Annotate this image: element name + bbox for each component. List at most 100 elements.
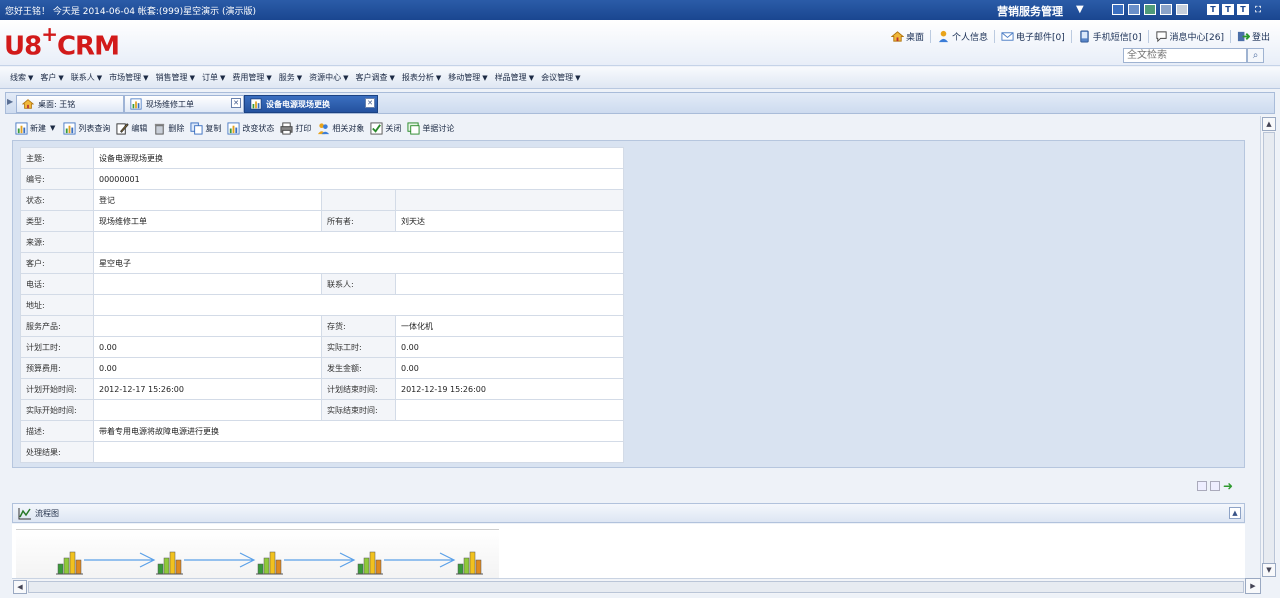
- menu-marketing[interactable]: 市场管理 ▼: [107, 72, 153, 83]
- skin-gray-button[interactable]: [1176, 4, 1188, 15]
- list-query-button[interactable]: 列表查询: [60, 121, 113, 135]
- horizontal-scrollbar[interactable]: ◀: [12, 578, 1260, 594]
- actual-start-value: [93, 399, 322, 421]
- related-objects-button[interactable]: 相关对象: [314, 122, 367, 135]
- menu-expenses[interactable]: 费用管理 ▼: [230, 72, 276, 83]
- menu-survey[interactable]: 客户调查 ▼: [354, 72, 400, 83]
- chart-doc-icon: [63, 121, 76, 135]
- scroll-right-icon[interactable]: ▶: [1245, 578, 1261, 594]
- scroll-left-icon[interactable]: ◀: [13, 580, 27, 594]
- table-row: 处理结果:: [20, 441, 624, 463]
- flow-step-icon[interactable]: [256, 551, 283, 575]
- nav-profile-link[interactable]: 个人信息: [929, 30, 994, 43]
- tab-strip: ▶ 桌面: 王铭 现场维修工单 ✕ 设备电源现场更换 ✕: [5, 92, 1275, 114]
- flow-arrow: [284, 552, 356, 568]
- scroll-down-icon[interactable]: ▼: [1262, 563, 1276, 577]
- owner-label: 所有者:: [321, 210, 396, 232]
- plan-start-label: 计划开始时间:: [20, 378, 94, 400]
- checkbox-icon: [370, 121, 383, 135]
- fulltext-search-input[interactable]: [1123, 48, 1247, 63]
- vertical-scrollbar[interactable]: ▲ ▼: [1260, 116, 1276, 578]
- nav-messages-link[interactable]: 消息中心[26]: [1147, 30, 1230, 43]
- menu-mobile[interactable]: 移动管理 ▼: [446, 72, 492, 83]
- delete-button[interactable]: 删除: [150, 122, 187, 135]
- scroll-thumb[interactable]: [1263, 132, 1275, 564]
- nav-email-link[interactable]: 电子邮件[0]: [994, 30, 1071, 43]
- flowchart-header[interactable]: 流程图 ▲: [12, 503, 1245, 523]
- font-size-small-button[interactable]: T: [1207, 4, 1219, 15]
- home-icon: [890, 31, 904, 42]
- flow-step-icon[interactable]: [56, 551, 83, 575]
- close-button[interactable]: 关闭: [367, 121, 404, 135]
- close-icon[interactable]: ✕: [365, 98, 375, 108]
- empty-value: [395, 189, 624, 211]
- table-row: 描述: 带着专用电源将故障电源进行更换: [20, 420, 624, 442]
- tab-desktop[interactable]: 桌面: 王铭: [16, 95, 124, 113]
- chevron-down-icon[interactable]: ▼: [50, 124, 55, 132]
- menu-orders[interactable]: 订单 ▼: [200, 72, 230, 83]
- flow-step-icon[interactable]: [356, 551, 383, 575]
- print-button[interactable]: 打印: [277, 121, 314, 135]
- contact-value: [395, 273, 624, 295]
- menu-sales[interactable]: 销售管理 ▼: [154, 72, 200, 83]
- nav-sms-link[interactable]: 手机短信[0]: [1070, 30, 1148, 43]
- chevron-down-icon: ▼: [219, 74, 226, 82]
- chart-doc-icon: [250, 98, 262, 110]
- menu-meetings[interactable]: 会议管理 ▼: [539, 72, 585, 83]
- chevron-down-icon[interactable]: ▼: [1076, 4, 1084, 15]
- collapse-icon[interactable]: ▲: [1229, 507, 1241, 519]
- tab-power-replacement[interactable]: 设备电源现场更换 ✕: [244, 95, 378, 113]
- chevron-down-icon: ▼: [296, 74, 303, 82]
- menu-customers[interactable]: 客户 ▼: [38, 72, 68, 83]
- menu-contacts[interactable]: 联系人 ▼: [69, 72, 107, 83]
- system-name-dropdown[interactable]: 营销服务管理: [997, 3, 1063, 19]
- flowchart-box: [16, 529, 499, 579]
- mail-icon: [1001, 32, 1014, 41]
- new-button[interactable]: 新建 ▼: [12, 121, 60, 135]
- scroll-up-icon[interactable]: ▲: [1262, 117, 1276, 131]
- change-status-button[interactable]: 改变状态: [224, 121, 277, 135]
- skin-blue-button[interactable]: [1112, 4, 1124, 15]
- menu-leads[interactable]: 线索 ▼: [8, 72, 38, 83]
- discuss-button[interactable]: 单据讨论: [404, 121, 457, 135]
- chevron-down-icon: ▼: [528, 74, 535, 82]
- skin-gray-blue-button[interactable]: [1160, 4, 1172, 15]
- menu-resources[interactable]: 资源中心 ▼: [307, 72, 353, 83]
- skin-green-button[interactable]: [1144, 4, 1156, 15]
- menu-samples[interactable]: 样品管理 ▼: [493, 72, 539, 83]
- stock-label: 存货:: [321, 315, 396, 337]
- phone-label: 电话:: [20, 273, 94, 295]
- menu-reports[interactable]: 报表分析 ▼: [400, 72, 446, 83]
- actual-hours-value: 0.00: [395, 336, 624, 358]
- expand-all-button[interactable]: [1210, 481, 1220, 491]
- collapse-all-button[interactable]: [1197, 481, 1207, 491]
- plan-end-label: 计划结束时间:: [321, 378, 396, 400]
- font-size-medium-button[interactable]: T: [1222, 4, 1234, 15]
- nav-logout-link[interactable]: 登出: [1229, 30, 1276, 43]
- scroll-thumb[interactable]: [28, 581, 1244, 593]
- actual-start-label: 实际开始时间:: [20, 399, 94, 421]
- arrow-right-icon[interactable]: ➜: [1223, 479, 1233, 493]
- empty-label: [321, 189, 396, 211]
- app-header: U8+CRM 桌面 个人信息 电子邮件[0] 手机短信[0] 消息中心[26] …: [0, 20, 1280, 66]
- nav-desktop-link[interactable]: 桌面: [885, 30, 930, 43]
- phone-value: [93, 273, 322, 295]
- chevron-down-icon: ▼: [389, 74, 395, 82]
- skin-light-blue-button[interactable]: [1128, 4, 1140, 15]
- chevron-down-icon: ▼: [482, 74, 488, 82]
- edit-button[interactable]: 编辑: [113, 122, 150, 135]
- search-icon[interactable]: ⌕: [1247, 48, 1264, 63]
- flow-step-icon[interactable]: [456, 551, 483, 575]
- table-row: 实际开始时间: 实际结束时间:: [20, 399, 624, 421]
- tab-repair-order[interactable]: 现场维修工单 ✕: [124, 95, 244, 113]
- tab-scroll-left-icon[interactable]: ▶: [7, 97, 13, 106]
- copy-button[interactable]: 复制: [187, 121, 224, 135]
- chevron-down-icon: ▼: [58, 74, 64, 82]
- fullscreen-icon[interactable]: ⛶: [1252, 4, 1264, 15]
- close-icon[interactable]: ✕: [231, 98, 241, 108]
- flow-arrow: [84, 552, 156, 568]
- flow-step-icon[interactable]: [156, 551, 183, 575]
- menu-service[interactable]: 服务 ▼: [277, 72, 307, 83]
- font-size-large-button[interactable]: T: [1237, 4, 1249, 15]
- chevron-down-icon: ▼: [575, 74, 581, 82]
